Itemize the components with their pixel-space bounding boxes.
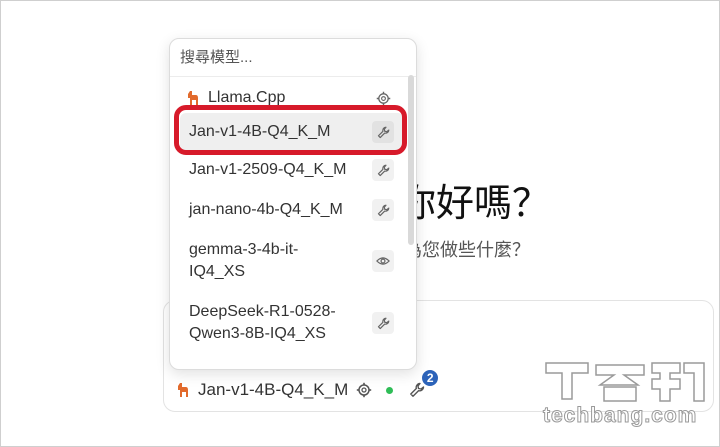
model-label: jan-nano-4b-Q4_K_M	[189, 201, 343, 218]
status-dot	[386, 386, 394, 394]
greeting-title: 你好嗎？	[398, 183, 551, 225]
model-label: Jan-v1-2509-Q4_K_M	[189, 161, 347, 178]
llama-icon	[176, 382, 190, 398]
tools-button[interactable]: 2	[409, 368, 441, 398]
model-search-input[interactable]	[170, 39, 416, 77]
model-label: gemma-3-4b-it- IQ4_XS	[189, 241, 299, 280]
provider-label: Llama.Cpp	[208, 89, 286, 106]
model-list: Llama.Cpp Jan-v1-4B-Q4_K_M Jan-v1-2509-Q…	[170, 79, 406, 369]
wrench-icon	[372, 312, 394, 334]
dropdown-scrollbar[interactable]	[408, 75, 414, 245]
provider-llama-cpp[interactable]: Llama.Cpp	[180, 83, 404, 113]
gear-icon[interactable]	[372, 87, 394, 109]
model-label: DeepSeek-R1-0528- Qwen3-8B-IQ4_XS	[189, 303, 336, 342]
eye-icon	[372, 250, 394, 272]
greeting-subtitle: 為您做些什麼？	[404, 240, 530, 260]
model-item[interactable]: gemma-3-4b-it- IQ4_XS	[180, 233, 404, 289]
selected-model-button[interactable]: Jan-v1-4B-Q4_K_M	[198, 380, 348, 400]
model-item[interactable]: DeepSeek-R1-0528- Qwen3-8B-IQ4_XS	[180, 295, 404, 351]
model-item[interactable]: Jan-v1-4B-Q4_K_M	[180, 113, 404, 151]
wrench-icon	[372, 121, 394, 143]
wrench-icon	[372, 159, 394, 181]
llama-icon	[186, 90, 200, 106]
model-dropdown: Llama.Cpp Jan-v1-4B-Q4_K_M Jan-v1-2509-Q…	[169, 38, 417, 370]
model-label: Jan-v1-4B-Q4_K_M	[189, 123, 331, 140]
model-item[interactable]: Jan-v1-2509-Q4_K_M	[180, 151, 404, 189]
gear-icon[interactable]	[356, 382, 372, 398]
composer-toolbar: Jan-v1-4B-Q4_K_M 2	[176, 368, 441, 402]
wrench-icon	[372, 199, 394, 221]
model-item[interactable]: jan-nano-4b-Q4_K_M	[180, 191, 404, 229]
watermark-url: techbang.com	[542, 404, 698, 428]
